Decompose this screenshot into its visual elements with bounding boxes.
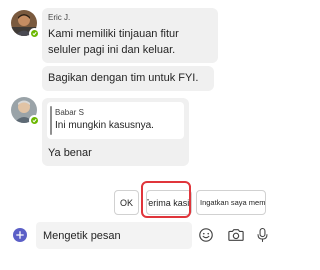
suggested-reply-remind[interactable]: Ingatkan saya memeriksa [196, 190, 266, 215]
suggested-reply-ok[interactable]: OK [114, 190, 139, 215]
message-text-line: Kami memiliki tinjauan fitur [48, 28, 179, 40]
quoted-sender-name: Babar S [55, 108, 84, 117]
message-input[interactable] [43, 228, 183, 243]
avatar-eric[interactable] [11, 10, 40, 39]
message-text-line: seluler pagi ini dan keluar. [48, 44, 176, 56]
presence-available-icon [29, 115, 40, 126]
message-text: Ya benar [48, 147, 92, 159]
avatar-babar[interactable] [11, 97, 40, 126]
add-icon [16, 231, 24, 239]
sender-name: Eric J. [48, 13, 71, 22]
emoji-icon [199, 228, 213, 242]
microphone-button[interactable] [254, 225, 270, 245]
add-button[interactable] [13, 228, 27, 242]
quoted-text: Ini mungkin kasusnya. [55, 120, 154, 131]
camera-button[interactable] [226, 226, 246, 244]
quote-bar [50, 106, 52, 135]
message-composer[interactable] [36, 222, 192, 249]
camera-icon [228, 229, 244, 241]
presence-available-icon [29, 28, 40, 39]
microphone-icon [257, 227, 267, 243]
message-text: Bagikan dengan tim untuk FYI. [48, 72, 199, 84]
emoji-button[interactable] [197, 226, 215, 244]
chat-screen: Eric J. Kami memiliki tinjauan fitur sel… [0, 0, 282, 270]
highlight-box [141, 181, 191, 218]
